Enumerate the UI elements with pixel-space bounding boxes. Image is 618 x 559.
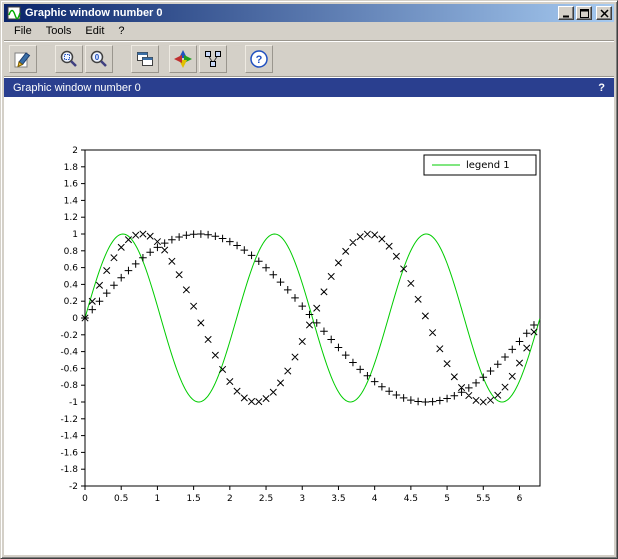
svg-text:1.5: 1.5	[186, 494, 200, 504]
svg-text:-1.8: -1.8	[60, 465, 78, 475]
maximize-button[interactable]	[576, 6, 592, 20]
svg-text:2: 2	[72, 146, 78, 156]
svg-text:0.4: 0.4	[64, 280, 79, 290]
zoom-area-icon	[59, 49, 79, 69]
svg-text:-1.4: -1.4	[60, 432, 78, 442]
window-controls	[558, 6, 612, 20]
menu-item-file[interactable]: File	[7, 23, 39, 39]
export-button[interactable]	[9, 45, 37, 73]
svg-text:-1.2: -1.2	[60, 415, 78, 425]
unzoom-icon: 0	[89, 49, 109, 69]
svg-text:0: 0	[82, 494, 88, 504]
svg-text:1: 1	[155, 494, 161, 504]
svg-text:legend 1: legend 1	[466, 160, 510, 171]
svg-text:3.5: 3.5	[331, 494, 345, 504]
ged-icon	[203, 49, 223, 69]
svg-text:6: 6	[517, 494, 523, 504]
svg-text:0.8: 0.8	[64, 247, 79, 257]
svg-text:0.2: 0.2	[64, 297, 78, 307]
original-view-button[interactable]	[131, 45, 159, 73]
plot-area: 2 1.8 1.6 1.4 1.2 1 0.8 0.6 0.4 0.2 0 -0.2 -0.4 -0.6 -…	[4, 97, 614, 555]
svg-text:-0.4: -0.4	[60, 348, 78, 358]
svg-text:?: ?	[256, 54, 263, 66]
original-view-icon	[135, 49, 155, 69]
maximize-icon	[580, 9, 589, 18]
infobar: Graphic window number 0 ?	[4, 77, 614, 97]
svg-text:1.6: 1.6	[64, 180, 79, 190]
svg-text:-1.6: -1.6	[60, 448, 78, 458]
svg-text:1.4: 1.4	[64, 196, 79, 206]
svg-text:1.2: 1.2	[64, 213, 78, 223]
svg-text:0.6: 0.6	[64, 264, 79, 274]
help-icon: ?	[249, 49, 269, 69]
ged-button[interactable]	[199, 45, 227, 73]
titlebar[interactable]: Graphic window number 0	[4, 4, 614, 22]
zoom-area-button[interactable]	[55, 45, 83, 73]
svg-text:2.5: 2.5	[259, 494, 273, 504]
graphic-window: Graphic window number 0 File Tools Edit …	[0, 0, 618, 559]
svg-text:3: 3	[299, 494, 305, 504]
close-button[interactable]	[596, 6, 612, 20]
svg-text:1.8: 1.8	[64, 163, 79, 173]
window-title: Graphic window number 0	[25, 7, 554, 19]
infobar-help-icon[interactable]: ?	[598, 82, 605, 94]
svg-text:5: 5	[444, 494, 450, 504]
export-icon	[13, 49, 33, 69]
close-icon	[600, 9, 609, 18]
help-button[interactable]: ?	[245, 45, 273, 73]
minimize-button[interactable]	[558, 6, 574, 20]
svg-text:-2: -2	[69, 482, 78, 492]
svg-text:0.5: 0.5	[114, 494, 128, 504]
svg-text:1: 1	[72, 230, 78, 240]
rotation-3d-icon	[173, 49, 193, 69]
app-icon	[7, 6, 21, 20]
svg-text:4.5: 4.5	[404, 494, 418, 504]
rotation-3d-button[interactable]	[169, 45, 197, 73]
svg-text:-0.6: -0.6	[60, 364, 78, 374]
svg-text:4: 4	[372, 494, 378, 504]
toolbar: 0	[4, 41, 614, 77]
svg-text:0: 0	[72, 314, 78, 324]
unzoom-button[interactable]: 0	[85, 45, 113, 73]
menu-item-tools[interactable]: Tools	[39, 23, 79, 39]
svg-text:-0.8: -0.8	[60, 381, 78, 391]
menubar: File Tools Edit ?	[4, 22, 614, 41]
svg-text:-0.2: -0.2	[60, 331, 78, 341]
menu-item-help[interactable]: ?	[111, 23, 131, 39]
minimize-icon	[562, 9, 571, 18]
svg-text:2: 2	[227, 494, 233, 504]
plot-canvas[interactable]: 2 1.8 1.6 1.4 1.2 1 0.8 0.6 0.4 0.2 0 -0.2 -0.4 -0.6 -…	[4, 97, 614, 555]
svg-text:-1: -1	[69, 398, 78, 408]
svg-text:0: 0	[95, 53, 100, 62]
infobar-title: Graphic window number 0	[13, 82, 598, 94]
svg-text:5.5: 5.5	[476, 494, 490, 504]
menu-item-edit[interactable]: Edit	[78, 23, 111, 39]
